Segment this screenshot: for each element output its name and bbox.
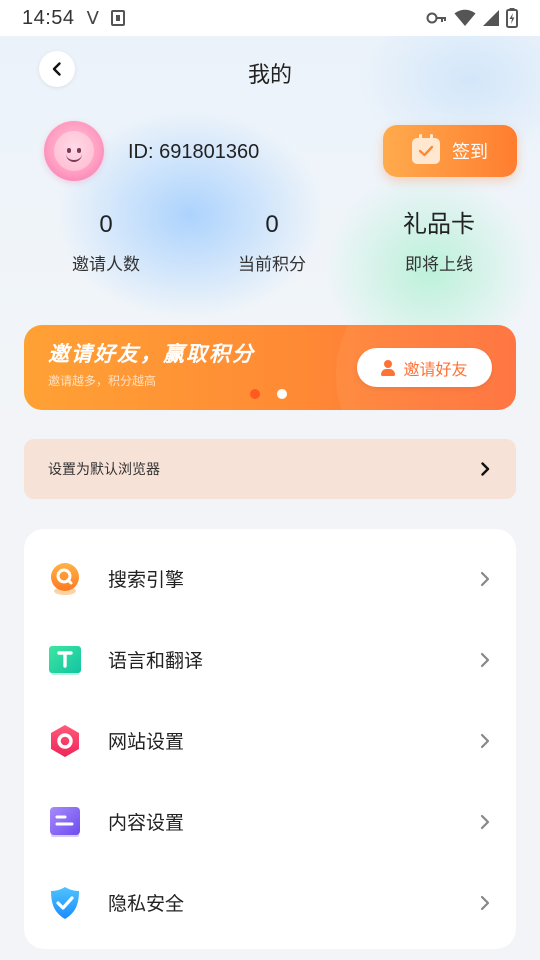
menu-item-website-settings[interactable]: 网站设置 [24, 700, 516, 781]
carousel-dot[interactable] [250, 389, 260, 399]
stat-label: 即将上线 [405, 255, 473, 275]
settings-menu-card: 搜索引擎 语言和翻译 网站设置 内容设置 隐私安全 [24, 529, 516, 949]
avatar-face-icon [54, 131, 94, 171]
set-default-browser-row[interactable]: 设置为默认浏览器 [24, 439, 516, 499]
menu-item-content-settings[interactable]: 内容设置 [24, 781, 516, 862]
calendar-check-icon [412, 134, 440, 164]
search-engine-icon [51, 562, 79, 595]
app-notification-icon [110, 10, 125, 26]
chevron-right-icon [480, 733, 490, 748]
content-settings-icon [50, 806, 80, 837]
page-title: 我的 [247, 63, 292, 88]
stat-value: 0 [265, 211, 279, 238]
stat-points[interactable]: 0 当前积分 [202, 210, 342, 275]
stat-value: 0 [99, 211, 113, 238]
stat-label: 当前积分 [238, 255, 306, 275]
chevron-right-icon [480, 652, 490, 667]
carousel-indicator [250, 389, 287, 399]
person-icon [381, 359, 396, 376]
stat-label: 邀请人数 [72, 255, 140, 275]
menu-item-language-translate[interactable]: 语言和翻译 [24, 619, 516, 700]
menu-item-label: 网站设置 [108, 731, 185, 753]
status-bar: 14:54 V [0, 0, 540, 36]
chevron-right-icon [480, 895, 490, 910]
signal-icon [483, 10, 499, 26]
menu-item-label: 隐私安全 [108, 893, 185, 915]
stat-value: 礼品卡 [403, 211, 475, 238]
status-time: 14:54 [22, 6, 75, 29]
avatar[interactable] [44, 121, 104, 181]
stat-gift-card[interactable]: 礼品卡 即将上线 [369, 210, 509, 275]
profile-page: 14:54 V 我的 ID: 691801360 签到 0 邀请人数 0 当前积… [0, 0, 540, 960]
menu-item-privacy-security[interactable]: 隐私安全 [24, 862, 516, 943]
battery-icon [506, 8, 518, 28]
chevron-right-icon [480, 571, 490, 586]
banner-subtitle: 邀请越多，积分越高 [48, 374, 157, 388]
privacy-shield-icon [51, 886, 79, 919]
wifi-icon [454, 9, 476, 26]
menu-item-label: 搜索引擎 [108, 569, 185, 591]
invite-button-label: 邀请好友 [403, 359, 468, 379]
key-icon [426, 12, 446, 24]
invite-friends-button[interactable]: 邀请好友 [357, 348, 492, 387]
menu-item-search-engine[interactable]: 搜索引擎 [24, 538, 516, 619]
carousel-dot-active[interactable] [277, 389, 287, 399]
stat-invite-count[interactable]: 0 邀请人数 [36, 210, 176, 275]
v-notification-icon: V [86, 7, 99, 29]
chevron-right-icon [480, 814, 490, 829]
menu-item-label: 内容设置 [108, 812, 185, 834]
user-id: ID: 691801360 [128, 141, 260, 163]
checkin-button[interactable]: 签到 [383, 125, 517, 177]
chevron-right-icon [481, 462, 490, 476]
translate-icon [49, 645, 81, 675]
menu-item-label: 语言和翻译 [108, 650, 204, 672]
invite-banner[interactable]: 邀请好友，赢取积分 邀请越多，积分越高 邀请好友 [24, 325, 516, 410]
website-settings-icon [51, 724, 79, 757]
banner-title: 邀请好友，赢取积分 [48, 342, 255, 366]
checkin-label: 签到 [452, 142, 488, 163]
default-browser-label: 设置为默认浏览器 [48, 462, 160, 478]
